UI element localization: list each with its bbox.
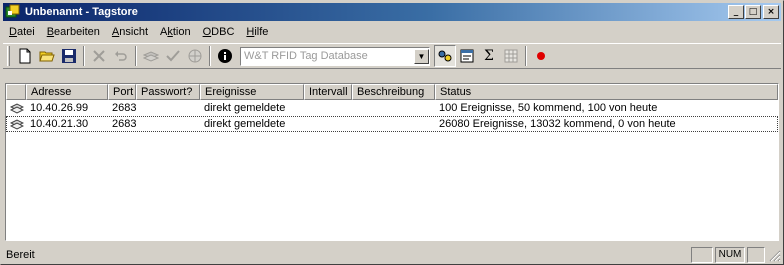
cell-port: 2683 xyxy=(112,102,136,114)
database-combo-value: W&T RFID Tag Database xyxy=(244,50,368,62)
minimize-button[interactable]: _ xyxy=(728,5,744,19)
undo-icon xyxy=(115,51,127,61)
column-header-adresse[interactable]: Adresse xyxy=(26,84,108,100)
save-button[interactable] xyxy=(58,45,80,67)
status-panel-scroll xyxy=(747,247,765,263)
toolbar-separator xyxy=(525,46,527,66)
status-bar: Bereit NUM xyxy=(3,246,781,264)
column-header-beschreibung[interactable]: Beschreibung xyxy=(352,84,435,100)
record-icon xyxy=(537,52,545,60)
menu-datei[interactable]: Datei xyxy=(3,26,41,38)
combo-dropdown-button[interactable]: ▼ xyxy=(414,48,429,64)
cell-intervall xyxy=(304,100,352,116)
web-button[interactable] xyxy=(184,45,206,67)
toolbar: W&T RFID Tag Database ▼ Σ xyxy=(3,43,781,69)
column-header-passwort[interactable]: Passwort? xyxy=(136,84,200,100)
cell-beschreibung xyxy=(352,116,435,132)
status-panel-caps xyxy=(691,247,713,263)
column-header-status[interactable]: Status xyxy=(435,84,778,100)
new-file-icon xyxy=(19,48,31,64)
reader-device-icon xyxy=(143,51,159,62)
delete-button[interactable] xyxy=(88,45,110,67)
reader-device-icon xyxy=(10,119,24,130)
delete-icon xyxy=(93,50,105,62)
properties-button[interactable] xyxy=(456,45,478,67)
table-row[interactable]: 10.40.21.30 2683 direkt gemeldete 26080 … xyxy=(6,116,778,132)
column-header-intervall[interactable]: Intervall xyxy=(304,84,352,100)
toolbar-separator xyxy=(135,46,137,66)
column-header-port[interactable]: Port xyxy=(108,84,136,100)
tag-view-button[interactable] xyxy=(434,45,456,67)
sum-icon: Σ xyxy=(484,48,494,64)
close-button[interactable]: × xyxy=(763,5,779,19)
status-panel-num: NUM xyxy=(715,247,745,263)
column-header-icon[interactable] xyxy=(6,84,26,100)
globe-icon xyxy=(188,49,202,63)
reader-button[interactable] xyxy=(140,45,162,67)
properties-icon xyxy=(460,49,474,63)
maximize-button[interactable]: □ xyxy=(745,5,761,19)
cell-ereignisse: direkt gemeldete xyxy=(204,118,286,130)
record-button[interactable] xyxy=(530,45,552,67)
list-header: Adresse Port Passwort? Ereignisse Interv… xyxy=(6,84,778,100)
toolbar-grip[interactable] xyxy=(7,46,10,66)
cell-intervall xyxy=(304,116,352,132)
menu-hilfe[interactable]: Hilfe xyxy=(240,26,274,38)
toolbar-separator xyxy=(83,46,85,66)
open-button[interactable] xyxy=(36,45,58,67)
column-header-ereignisse[interactable]: Ereignisse xyxy=(200,84,304,100)
menu-bearbeiten[interactable]: Bearbeiten xyxy=(41,26,106,38)
cell-status: 26080 Ereignisse, 13032 kommend, 0 von h… xyxy=(439,118,676,130)
device-list[interactable]: Adresse Port Passwort? Ereignisse Interv… xyxy=(5,83,779,241)
menu-ansicht[interactable]: Ansicht xyxy=(106,26,154,38)
sum-button[interactable]: Σ xyxy=(478,45,500,67)
info-icon xyxy=(218,49,232,63)
tag-binoculars-icon xyxy=(438,50,452,62)
cell-passwort xyxy=(136,100,200,116)
app-icon[interactable] xyxy=(5,4,21,20)
undo-button[interactable] xyxy=(110,45,132,67)
new-file-button[interactable] xyxy=(14,45,36,67)
app-window: Unbenannt - Tagstore _ □ × Datei Bearbei… xyxy=(0,0,784,265)
reader-device-icon xyxy=(10,103,24,114)
cell-passwort xyxy=(136,116,200,132)
grid-button[interactable] xyxy=(500,45,522,67)
menu-aktion[interactable]: Aktion xyxy=(154,26,197,38)
cell-adresse: 10.40.21.30 xyxy=(30,118,89,130)
cell-adresse: 10.40.26.99 xyxy=(30,102,89,114)
title-bar[interactable]: Unbenannt - Tagstore _ □ × xyxy=(3,3,781,21)
window-title: Unbenannt - Tagstore xyxy=(25,6,138,18)
menu-bar: Datei Bearbeiten Ansicht Aktion ODBC Hil… xyxy=(3,23,781,41)
info-button[interactable] xyxy=(214,45,236,67)
cell-port: 2683 xyxy=(112,118,136,130)
save-icon xyxy=(62,49,76,63)
open-folder-icon xyxy=(39,51,55,62)
toolbar-separator xyxy=(209,46,211,66)
check-button[interactable] xyxy=(162,45,184,67)
menu-odbc[interactable]: ODBC xyxy=(197,26,241,38)
cell-beschreibung xyxy=(352,100,435,116)
grid-icon xyxy=(504,49,518,63)
window-controls: _ □ × xyxy=(727,5,779,19)
cell-status: 100 Ereignisse, 50 kommend, 100 von heut… xyxy=(439,102,658,114)
cell-ereignisse: direkt gemeldete xyxy=(204,102,286,114)
check-icon xyxy=(166,50,180,62)
database-combo[interactable]: W&T RFID Tag Database ▼ xyxy=(240,46,430,66)
status-text: Bereit xyxy=(6,249,35,261)
resize-grip-icon[interactable] xyxy=(767,248,781,262)
table-row[interactable]: 10.40.26.99 2683 direkt gemeldete 100 Er… xyxy=(6,100,778,116)
